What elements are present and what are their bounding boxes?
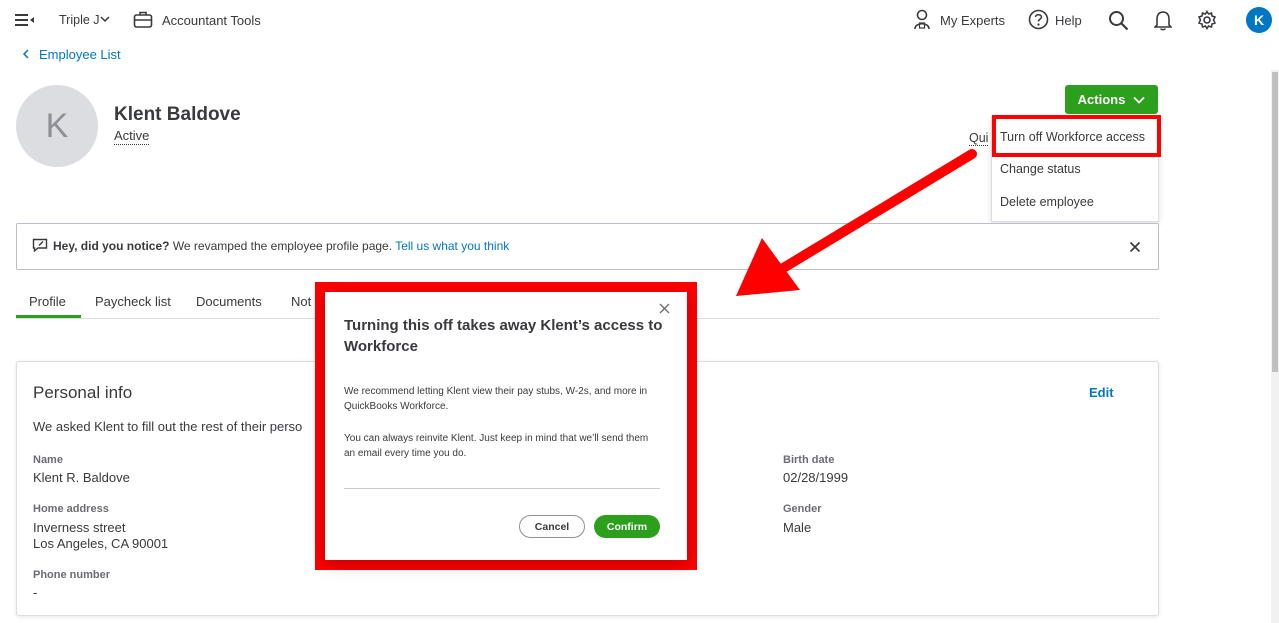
page-scrollbar-thumb[interactable] <box>1272 72 1278 372</box>
top-navigation-bar: Triple J Accountant Tools My Experts Hel… <box>0 0 1279 40</box>
company-name: Triple J <box>59 13 100 27</box>
feedback-notice-banner: Hey, did you notice? We revamped the emp… <box>16 223 1159 270</box>
personal-info-intro: We asked Klent to fill out the rest of t… <box>33 419 303 434</box>
actions-button[interactable]: Actions <box>1065 85 1158 114</box>
tab-documents[interactable]: Documents <box>196 294 262 309</box>
modal-divider <box>344 488 660 489</box>
modal-title: Turning this off takes away Klent’s acce… <box>344 317 663 355</box>
chevron-down-icon[interactable] <box>100 15 110 23</box>
annotation-arrow <box>736 149 977 296</box>
accountant-tools-link[interactable]: Accountant Tools <box>162 13 261 28</box>
employee-status[interactable]: Active <box>114 128 150 145</box>
search-icon[interactable] <box>1108 10 1129 31</box>
phone-number-label: Phone number <box>33 569 111 581</box>
address-line-1: Inverness street <box>33 520 126 535</box>
birth-date-value: 02/28/1999 <box>783 470 849 485</box>
confirm-button[interactable]: Confirm <box>594 515 660 538</box>
birth-date-label: Birth date <box>783 454 835 466</box>
highlight-box-menu-item <box>992 115 1161 157</box>
tab-notes[interactable]: Not <box>291 294 311 309</box>
name-label: Name <box>33 454 63 466</box>
company-switcher[interactable]: Triple J <box>59 13 100 27</box>
turn-off-workforce-modal: Turning this off takes away Klent’s acce… <box>325 292 687 560</box>
phone-number-value: - <box>33 585 38 600</box>
help-link[interactable]: Help <box>1055 13 1082 28</box>
hamburger-menu-icon[interactable] <box>15 12 35 28</box>
chevron-left-icon[interactable] <box>22 49 30 59</box>
name-value: Klent R. Baldove <box>33 470 130 485</box>
edit-personal-info-link[interactable]: Edit <box>1089 385 1114 400</box>
close-icon[interactable] <box>1129 241 1141 253</box>
briefcase-icon[interactable] <box>133 10 153 29</box>
gear-icon[interactable] <box>1197 10 1217 30</box>
tab-profile[interactable]: Profile <box>29 294 66 309</box>
employee-avatar: K <box>16 85 98 167</box>
back-to-employee-list-link[interactable]: Employee List <box>39 47 121 62</box>
feedback-icon <box>32 238 48 253</box>
user-avatar[interactable]: K <box>1246 7 1272 33</box>
expert-person-icon[interactable] <box>913 9 931 31</box>
actions-button-label: Actions <box>1077 92 1126 107</box>
tab-paycheck-list[interactable]: Paycheck list <box>95 294 171 309</box>
help-circle-icon[interactable] <box>1028 9 1049 30</box>
bell-icon[interactable] <box>1154 9 1172 31</box>
notice-body-text: We revamped the employee profile page. <box>172 239 393 253</box>
gender-value: Male <box>783 520 812 535</box>
my-experts-link[interactable]: My Experts <box>940 13 1005 28</box>
close-icon[interactable] <box>659 303 670 314</box>
notice-bold-text: Hey, did you notice? <box>53 239 170 253</box>
gender-label: Gender <box>783 503 822 515</box>
notice-text: Hey, did you notice? We revamped the emp… <box>53 239 509 253</box>
personal-info-title: Personal info <box>33 383 133 402</box>
home-address-label: Home address <box>33 503 109 515</box>
cancel-button[interactable]: Cancel <box>519 515 585 538</box>
menu-item-change-status[interactable]: Change status <box>1000 162 1081 176</box>
address-line-2: Los Angeles, CA 90001 <box>33 536 169 551</box>
modal-paragraph-1: We recommend letting Klent view their pa… <box>344 386 648 412</box>
employee-name: Klent Baldove <box>114 104 241 125</box>
chevron-down-icon <box>1133 96 1145 104</box>
notice-feedback-link[interactable]: Tell us what you think <box>395 239 509 253</box>
modal-paragraph-2: You can always reinvite Klent. Just keep… <box>344 433 649 459</box>
menu-item-delete-employee[interactable]: Delete employee <box>1000 195 1094 209</box>
